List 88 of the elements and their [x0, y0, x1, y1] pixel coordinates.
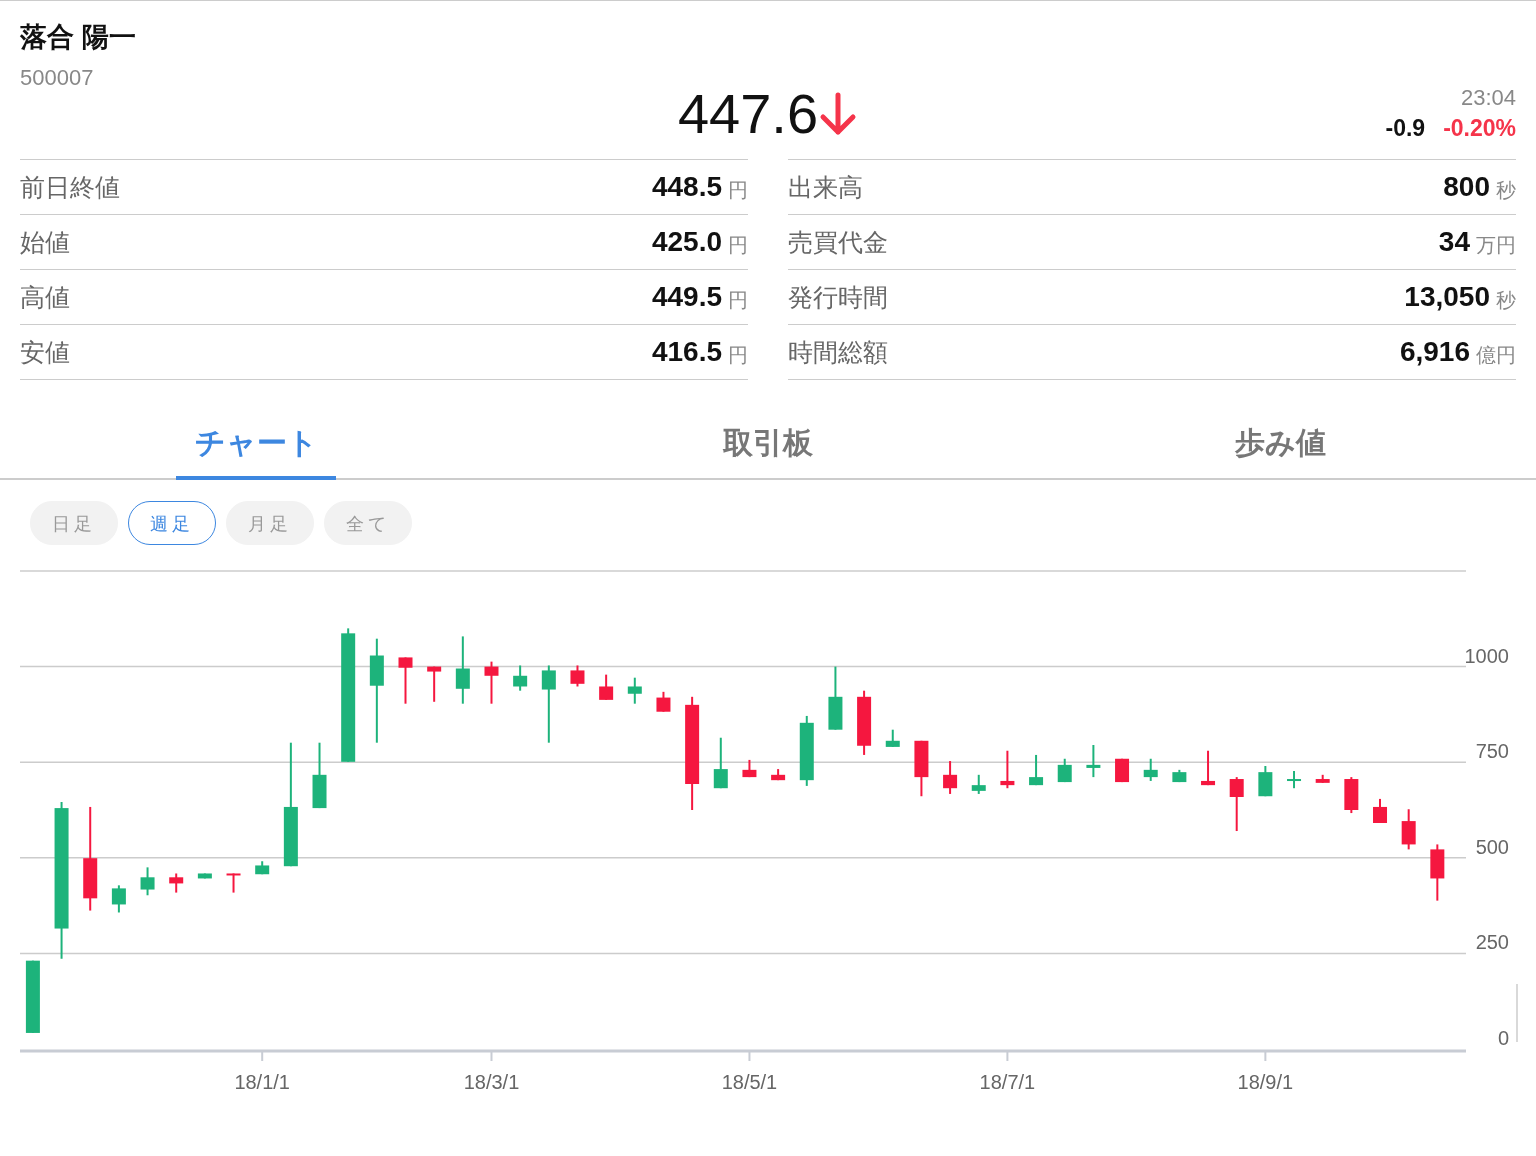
candlestick — [771, 768, 786, 782]
x-axis-label: 18/5/1 — [721, 1071, 778, 1093]
stat-value: 13,050 — [1404, 281, 1490, 313]
stat-unit: 秒 — [1496, 177, 1516, 203]
candlestick — [656, 690, 671, 713]
candlestick — [1029, 753, 1044, 787]
candlestick — [828, 665, 843, 731]
period-button[interactable]: 週足 — [128, 501, 216, 545]
candlestick — [169, 872, 184, 894]
candlestick — [713, 736, 728, 790]
stat-unit: 秒 — [1496, 287, 1516, 313]
tab[interactable]: 歩み値 — [1200, 410, 1360, 480]
candlestick — [627, 676, 642, 705]
stat-value: 34 — [1438, 226, 1470, 258]
stock-code: 500007 — [20, 65, 94, 91]
candlestick — [1229, 776, 1244, 833]
candlestick — [857, 689, 872, 756]
stat-unit: 円 — [728, 177, 748, 203]
candlestick — [455, 635, 470, 705]
stat-unit: 億円 — [1476, 342, 1516, 368]
candlestick — [885, 728, 900, 748]
stat-value: 448.5 — [651, 171, 722, 203]
x-axis-label: 18/1/1 — [234, 1071, 290, 1093]
candlestick — [255, 860, 270, 876]
stat-value: 416.5 — [651, 336, 722, 368]
stat-label: 発行時間 — [788, 281, 889, 313]
stat-label: 高値 — [20, 281, 71, 313]
stat-unit: 円 — [728, 232, 748, 258]
candlestick — [484, 660, 499, 705]
candlestick — [742, 758, 757, 779]
y-axis-label: 1000 — [1464, 644, 1509, 667]
candlestick — [398, 656, 413, 705]
candlestick — [197, 872, 212, 880]
y-axis-label: 500 — [1475, 835, 1509, 858]
y-axis-label: 0 — [1497, 1027, 1509, 1049]
candlestick — [1000, 749, 1015, 790]
percent-change: -0.20% — [1443, 115, 1516, 142]
stat-unit: 万円 — [1476, 232, 1516, 258]
stat-unit: 円 — [728, 287, 748, 313]
x-axis-label: 18/9/1 — [1237, 1071, 1294, 1093]
candlestick — [599, 673, 614, 701]
candlestick — [1143, 757, 1158, 782]
candlestick — [1057, 757, 1072, 784]
period-button[interactable]: 月足 — [226, 501, 314, 545]
candlestick — [971, 773, 986, 795]
candlestick — [1373, 797, 1387, 824]
candlestick — [312, 741, 327, 810]
candlestick — [1430, 843, 1445, 902]
price-change: -0.9 — [1385, 115, 1426, 142]
y-axis-label: 750 — [1475, 740, 1509, 763]
candlestick — [427, 665, 442, 703]
stock-name: 落合 陽一 — [20, 21, 136, 54]
candlestick — [513, 664, 528, 692]
x-axis-label: 18/7/1 — [979, 1071, 1036, 1093]
stat-value: 800 — [1443, 171, 1490, 203]
candlestick — [226, 872, 241, 894]
candlestick — [1315, 773, 1330, 784]
stat-label: 出来高 — [788, 171, 864, 203]
period-button[interactable]: 日足 — [30, 501, 118, 545]
period-button[interactable]: 全て — [324, 501, 412, 545]
stat-label: 売買代金 — [788, 226, 889, 258]
candlestick — [1287, 770, 1302, 790]
stat-unit: 円 — [728, 342, 748, 368]
stat-label: 安値 — [20, 336, 71, 368]
stat-value: 449.5 — [651, 281, 722, 313]
candlestick — [1115, 757, 1130, 784]
stat-label: 前日終値 — [20, 171, 121, 203]
tab[interactable]: 取引板 — [688, 410, 848, 480]
candlestick — [140, 866, 155, 897]
candlestick — [570, 664, 585, 688]
current-price: 447.6 — [677, 81, 819, 146]
candlestick — [1401, 808, 1416, 851]
candlestick — [1172, 768, 1187, 784]
candlestick — [1258, 765, 1273, 798]
stat-value: 6,916 — [1399, 336, 1470, 368]
stat-label: 始値 — [20, 226, 71, 258]
update-time: 23:04 — [1460, 85, 1516, 111]
tab[interactable]: チャート — [176, 410, 336, 480]
x-axis-label: 18/3/1 — [463, 1071, 520, 1093]
candlestick — [1201, 749, 1216, 787]
stat-label: 時間総額 — [788, 336, 889, 368]
candlestick — [1344, 776, 1359, 815]
y-axis-label: 250 — [1475, 931, 1509, 954]
candlestick — [111, 884, 126, 914]
candlestick — [943, 760, 958, 795]
candlestick — [1086, 744, 1101, 779]
stat-value: 425.0 — [651, 226, 722, 258]
candlestick — [914, 739, 929, 798]
